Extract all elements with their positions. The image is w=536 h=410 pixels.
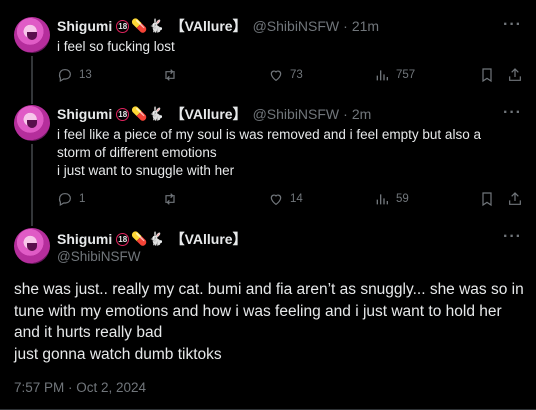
action-bar: 13 73 757 <box>57 65 522 85</box>
repost-icon <box>165 193 175 205</box>
avatar[interactable] <box>14 105 50 141</box>
pill-emoji: 💊 <box>131 106 148 121</box>
share-button[interactable] <box>507 67 523 83</box>
thread-post-1[interactable]: Shigumi 18 💊 🐇 【VAllure】 @ShibiNSFW · 21… <box>0 0 536 100</box>
bookmark-icon <box>482 192 492 207</box>
author-tag: 【VAllure】 <box>170 231 247 247</box>
age-18-badge: 18 <box>116 232 130 246</box>
separator-dot: · <box>343 106 348 122</box>
avatar[interactable] <box>14 228 50 264</box>
like-button[interactable]: 73 <box>268 67 303 83</box>
post-header: Shigumi 18 💊 🐇 【VAllure】 @ShibiNSFW · 21… <box>57 16 379 36</box>
bookmark-button[interactable] <box>479 67 495 83</box>
repost-button[interactable] <box>162 67 184 83</box>
bookmark-icon <box>482 68 492 83</box>
like-icon <box>270 194 282 206</box>
reply-icon <box>58 69 71 83</box>
pill-emoji: 💊 <box>131 231 148 246</box>
reply-button[interactable]: 1 <box>57 191 85 207</box>
share-icon <box>509 68 521 81</box>
post-text-line: just gonna watch dumb tiktoks <box>14 345 222 363</box>
views-icon <box>376 194 388 205</box>
like-count: 14 <box>290 193 303 205</box>
share-button[interactable] <box>507 191 523 207</box>
focus-post-text: she was just.. really my cat. bumi and f… <box>14 279 524 365</box>
reply-icon <box>58 193 71 207</box>
views-icon <box>376 70 388 81</box>
author-tag: 【VAllure】 <box>170 18 247 34</box>
like-count: 73 <box>290 69 303 81</box>
author-name[interactable]: Shigumi <box>57 106 112 122</box>
reply-button[interactable]: 13 <box>57 67 92 83</box>
author-name[interactable]: Shigumi <box>57 18 112 34</box>
separator-dot: · <box>343 18 348 34</box>
share-icon <box>509 192 521 205</box>
views-count: 59 <box>396 193 409 205</box>
avatar[interactable] <box>14 17 50 53</box>
post-header: Shigumi 18 💊 🐇 【VAllure】 <box>57 229 247 249</box>
views-button[interactable]: 59 <box>374 191 409 207</box>
bunny-emoji: 🐇 <box>148 18 165 33</box>
post-time[interactable]: 21m <box>352 18 379 34</box>
more-icon[interactable]: ··· <box>503 228 522 246</box>
like-icon <box>270 70 282 82</box>
more-icon[interactable]: ··· <box>503 16 522 34</box>
author-handle[interactable]: @ShibiNSFW <box>57 249 140 264</box>
bunny-emoji: 🐇 <box>148 106 165 121</box>
bunny-emoji: 🐇 <box>148 231 165 246</box>
post-text: i feel like a piece of my soul is was re… <box>57 126 496 180</box>
action-bar: 1 14 59 <box>57 189 522 209</box>
like-button[interactable]: 14 <box>268 191 303 207</box>
post-timestamp[interactable]: 7:57 PM · Oct 2, 2024 <box>14 380 146 395</box>
views-button[interactable]: 757 <box>374 67 415 83</box>
author-handle[interactable]: @ShibiNSFW <box>253 106 340 122</box>
post-header: Shigumi 18 💊 🐇 【VAllure】 @ShibiNSFW · 2m <box>57 104 371 124</box>
post-time[interactable]: 2m <box>352 106 371 122</box>
reply-count: 13 <box>79 69 92 81</box>
bookmark-button[interactable] <box>479 191 495 207</box>
thread-post-2[interactable]: Shigumi 18 💊 🐇 【VAllure】 @ShibiNSFW · 2m… <box>0 100 536 218</box>
post-text-line: i feel like a piece of my soul is was re… <box>57 127 481 160</box>
author-handle[interactable]: @ShibiNSFW <box>253 18 340 34</box>
age-18-badge: 18 <box>116 107 130 121</box>
post-text-line: i just want to snuggle with her <box>57 163 235 178</box>
repost-icon <box>165 69 175 81</box>
views-count: 757 <box>396 69 416 81</box>
more-icon[interactable]: ··· <box>503 104 522 122</box>
author-tag: 【VAllure】 <box>170 106 247 122</box>
reply-count: 1 <box>79 193 86 205</box>
age-18-badge: 18 <box>116 19 130 33</box>
author-name[interactable]: Shigumi <box>57 231 112 247</box>
post-text-line: she was just.. really my cat. bumi and f… <box>14 281 524 341</box>
post-text: i feel so fucking lost <box>57 38 500 56</box>
post-text-line: i feel so fucking lost <box>57 39 175 54</box>
repost-button[interactable] <box>162 191 184 207</box>
pill-emoji: 💊 <box>131 18 148 33</box>
